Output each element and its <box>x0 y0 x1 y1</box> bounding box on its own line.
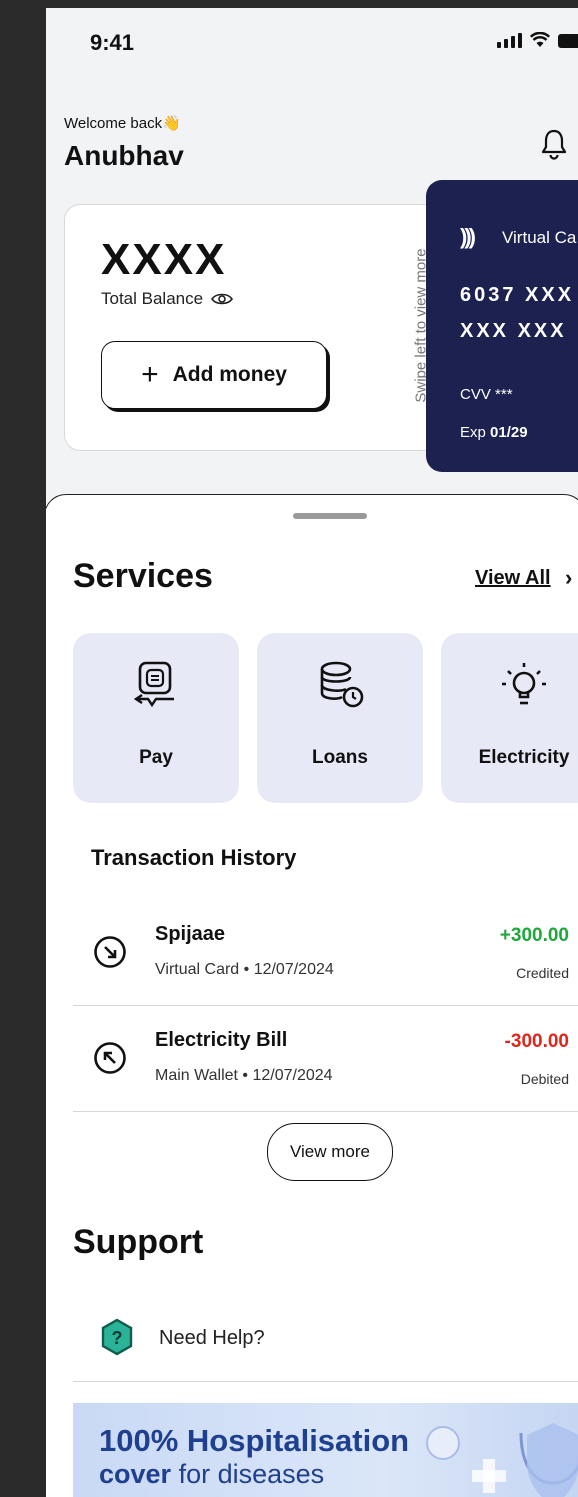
virtual-card-title: Virtual Ca <box>502 228 577 247</box>
need-help-text: Need Help? <box>159 1327 265 1349</box>
total-balance-text: Total Balance <box>101 289 204 308</box>
transaction-name: Electricity Bill <box>155 1029 288 1051</box>
exp-value: 01/29 <box>490 424 528 441</box>
transaction-source: Virtual Card <box>155 961 240 978</box>
transaction-meta: Virtual Card • 12/07/2024 <box>155 961 334 978</box>
card-cvv: CVV *** <box>460 386 513 403</box>
health-shield-illustration <box>426 1423 578 1497</box>
status-time: 9:41 <box>90 30 135 55</box>
service-label: Loans <box>312 747 368 768</box>
plus-icon: + <box>141 358 159 391</box>
bottom-sheet: Services View All › Pay Loans Electricit… <box>46 494 578 1497</box>
lightbulb-icon <box>502 663 546 705</box>
services-title: Services <box>73 557 213 595</box>
service-pay[interactable]: Pay <box>73 633 239 803</box>
virtual-card[interactable]: ))) Virtual Ca 6037 XXX XXX XXX CVV *** … <box>426 180 578 472</box>
transaction-date: 12/07/2024 <box>253 961 334 978</box>
need-help-row[interactable]: ? Need Help? <box>73 1295 578 1382</box>
transaction-source: Main Wallet <box>155 1067 238 1084</box>
status-bar: 9:41 <box>46 8 578 72</box>
banner-subline-bold: cover <box>99 1459 172 1489</box>
support-title: Support <box>73 1223 204 1261</box>
help-question-icon: ? <box>101 1318 133 1356</box>
banner-headline: 100% Hospitalisation <box>99 1423 410 1458</box>
battery-icon <box>558 34 578 48</box>
cvv-value: *** <box>495 386 513 403</box>
transaction-name: Spijaae <box>155 923 226 945</box>
user-name: Anubhav <box>64 140 184 171</box>
transaction-date: 12/07/2024 <box>252 1067 333 1084</box>
balance-amount: XXXX <box>101 235 227 284</box>
transaction-row[interactable]: Spijaae Virtual Card • 12/07/2024 +300.0… <box>73 901 578 1006</box>
add-money-button[interactable]: + Add money <box>101 341 327 409</box>
service-electricity[interactable]: Electricity <box>441 633 578 803</box>
transaction-amount: -300.00 <box>504 1031 569 1052</box>
eye-icon[interactable] <box>211 292 234 306</box>
transaction-status: Credited <box>516 965 569 981</box>
signal-icon <box>497 32 522 48</box>
coins-clock-icon <box>320 661 364 708</box>
total-balance-label: Total Balance <box>101 289 234 309</box>
welcome-text: Welcome back👋 <box>64 115 181 132</box>
service-label: Pay <box>139 747 173 768</box>
chevron-right-icon[interactable]: › <box>565 565 572 591</box>
view-all-link[interactable]: View All <box>475 567 551 590</box>
arrow-down-right-icon <box>94 936 126 968</box>
banner-subline-rest: for diseases <box>171 1459 325 1489</box>
service-label: Electricity <box>478 747 570 768</box>
transaction-row[interactable]: Electricity Bill Main Wallet • 12/07/202… <box>73 1007 578 1112</box>
banner-subline: cover for diseases <box>99 1459 324 1490</box>
app-screen: 9:41 Welcome back👋 Anubhav XXXX Total Ba… <box>46 8 578 1497</box>
balance-card: XXXX Total Balance + Add money Swipe lef… <box>64 204 456 451</box>
sheet-drag-handle[interactable] <box>293 513 367 519</box>
notification-bell-icon[interactable] <box>540 128 568 160</box>
exp-label: Exp <box>460 424 486 441</box>
transaction-meta: Main Wallet • 12/07/2024 <box>155 1067 333 1084</box>
service-loans[interactable]: Loans <box>257 633 423 803</box>
card-number-line1: 6037 XXX <box>460 284 575 306</box>
wifi-icon <box>530 32 550 47</box>
card-number-line2: XXX XXX <box>460 320 567 342</box>
cvv-label: CVV <box>460 386 491 403</box>
add-money-label: Add money <box>172 363 287 386</box>
transaction-amount: +300.00 <box>499 925 569 946</box>
arrow-up-left-icon <box>94 1042 126 1074</box>
receipt-payment-icon <box>133 661 174 708</box>
card-expiry: Exp 01/29 <box>460 424 528 441</box>
svg-text:?: ? <box>112 1328 123 1348</box>
view-more-button[interactable]: View more <box>267 1123 393 1181</box>
insurance-banner[interactable]: 100% Hospitalisation cover for diseases <box>73 1403 578 1497</box>
transaction-history-title: Transaction History <box>91 845 297 870</box>
status-icons <box>497 32 578 48</box>
contactless-icon: ))) <box>460 224 476 249</box>
transaction-status: Debited <box>520 1071 569 1087</box>
